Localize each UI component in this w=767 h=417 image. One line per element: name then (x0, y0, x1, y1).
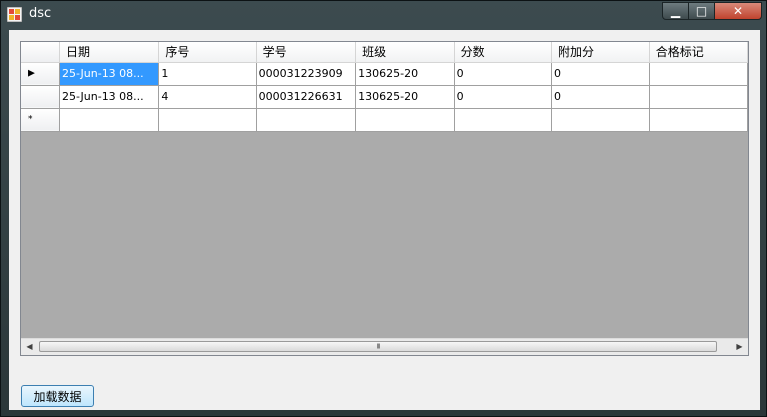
new-cell-seq[interactable] (158, 108, 257, 132)
close-icon: ✕ (732, 4, 744, 18)
cell-date[interactable]: 25-Jun-13 08... (59, 62, 160, 86)
column-header-class[interactable]: 班级 (355, 42, 455, 63)
cell-pass-flag[interactable] (649, 62, 748, 86)
cell-student-id[interactable]: 000031223909 (256, 62, 357, 86)
row-header[interactable]: * (21, 108, 60, 132)
column-header-date[interactable]: 日期 (59, 42, 160, 63)
horizontal-scrollbar[interactable]: ◀ III ▶ (21, 338, 748, 355)
close-button[interactable]: ✕ (715, 2, 762, 20)
minimize-icon: ▁ (670, 4, 681, 18)
cell-score[interactable]: 0 (454, 85, 552, 109)
new-cell-class[interactable] (355, 108, 455, 132)
scroll-left-icon: ◀ (26, 342, 33, 351)
maximize-icon: □ (695, 4, 708, 18)
cell-class[interactable]: 130625-20 (355, 85, 455, 109)
column-header-bonus[interactable]: 附加分 (551, 42, 650, 63)
data-grid[interactable]: 日期 序号 学号 班级 分数 附加分 合格标记 ▶ 25-Jun-13 08..… (20, 41, 749, 356)
cell-student-id[interactable]: 000031226631 (256, 85, 357, 109)
minimize-button[interactable]: ▁ (662, 2, 689, 20)
cell-pass-flag[interactable] (649, 85, 748, 109)
cell-bonus[interactable]: 0 (551, 62, 650, 86)
row-header[interactable] (21, 85, 60, 109)
grid-table: 日期 序号 学号 班级 分数 附加分 合格标记 ▶ 25-Jun-13 08..… (21, 42, 748, 132)
cell-bonus[interactable]: 0 (551, 85, 650, 109)
app-window: dsc ▁ □ ✕ 日期 序号 学号 班级 分数 附加分 合格标记 ▶ 25-J… (0, 0, 767, 417)
scroll-grip-icon: III (376, 342, 380, 350)
column-header-student-id[interactable]: 学号 (256, 42, 357, 63)
scroll-left-button[interactable]: ◀ (21, 339, 38, 355)
cell-seq[interactable]: 4 (158, 85, 257, 109)
new-row-icon: * (28, 114, 33, 124)
new-row[interactable]: * (21, 108, 748, 132)
column-header-seq[interactable]: 序号 (158, 42, 257, 63)
app-icon (7, 7, 22, 22)
table-row[interactable]: 25-Jun-13 08... 4 000031226631 130625-20… (21, 85, 748, 109)
scroll-right-icon: ▶ (736, 342, 743, 351)
new-cell-date[interactable] (59, 108, 160, 132)
window-controls: ▁ □ ✕ (662, 2, 762, 21)
title-bar[interactable]: dsc ▁ □ ✕ (1, 1, 766, 28)
new-cell-pass-flag[interactable] (649, 108, 748, 132)
column-header-score[interactable]: 分数 (454, 42, 552, 63)
cell-score[interactable]: 0 (454, 62, 552, 86)
cell-class[interactable]: 130625-20 (355, 62, 455, 86)
column-header-pass-flag[interactable]: 合格标记 (649, 42, 748, 63)
table-row[interactable]: ▶ 25-Jun-13 08... 1 000031223909 130625-… (21, 62, 748, 86)
new-cell-student-id[interactable] (256, 108, 357, 132)
current-row-icon: ▶ (28, 68, 35, 78)
cell-date[interactable]: 25-Jun-13 08... (59, 85, 160, 109)
maximize-button[interactable]: □ (689, 2, 715, 20)
load-data-button[interactable]: 加载数据 (21, 385, 94, 407)
new-cell-score[interactable] (454, 108, 552, 132)
cell-seq[interactable]: 1 (158, 62, 257, 86)
row-header[interactable]: ▶ (21, 62, 60, 86)
scroll-right-button[interactable]: ▶ (731, 339, 748, 355)
window-title: dsc (29, 6, 52, 21)
new-cell-bonus[interactable] (551, 108, 650, 132)
grid-corner-header[interactable] (21, 42, 60, 63)
grid-header-row: 日期 序号 学号 班级 分数 附加分 合格标记 (21, 42, 748, 63)
scroll-thumb[interactable]: III (39, 341, 717, 352)
form-client-area: 日期 序号 学号 班级 分数 附加分 合格标记 ▶ 25-Jun-13 08..… (9, 30, 760, 410)
